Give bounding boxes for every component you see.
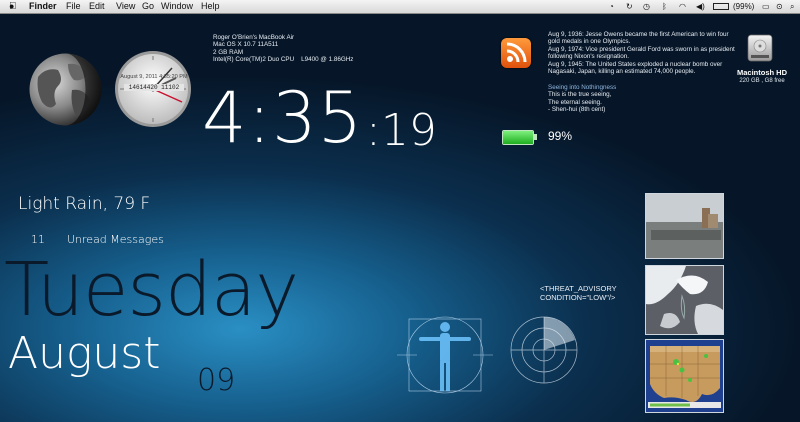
quote-line: - Shen-hui (8th cent) <box>548 106 606 114</box>
volume-icon[interactable]: ◀) <box>696 0 705 13</box>
earth-globe-icon <box>29 53 102 126</box>
bluetooth-icon[interactable]: ᛒ <box>662 0 667 13</box>
clock-digits: 14614420 11102 <box>124 84 184 91</box>
history-feed: Aug 9, 1936: Jesse Owens became the firs… <box>548 31 738 75</box>
analog-clock: August 9, 2011 4:35:20 PM 14614420 11102 <box>114 50 192 128</box>
system-info-line: Mac OS X 10.7 11A511 <box>213 41 279 49</box>
apple-menu[interactable]: ● <box>9 0 14 13</box>
spotlight-icon[interactable]: ⌕ <box>790 0 794 13</box>
clock-icon[interactable]: ◔ <box>609 0 614 13</box>
drive-info: 220 GB , G8 free <box>739 78 785 84</box>
timemachine-icon[interactable]: ◷ <box>643 0 650 13</box>
system-info-line: Intel(R) Core(TM)2 Duo CPU L9400 @ 1.86G… <box>213 56 354 64</box>
vitruvian-man-icon <box>397 309 493 405</box>
menu-edit[interactable]: Edit <box>89 0 105 13</box>
battery-fill <box>503 131 533 144</box>
time-hours-minutes: 4:35 <box>202 77 364 159</box>
quote-line: The eternal seeing. <box>548 98 602 106</box>
quote-title: Seeing into Nothingness <box>548 84 617 91</box>
drive-name: Macintosh HD <box>736 68 787 77</box>
battery-percent-text: 99% <box>548 129 573 143</box>
date-icon[interactable]: ▭ <box>762 0 770 13</box>
system-info-line: 2 GB RAM <box>213 48 244 56</box>
history-line: Nagasaki, Japan, killing an estimated 74… <box>548 68 696 76</box>
battery-widget-icon <box>502 130 537 145</box>
wifi-icon[interactable]: ◠ <box>679 0 686 13</box>
battery-percent: (99%) <box>733 2 755 11</box>
battery-icon[interactable] <box>713 3 729 10</box>
globe-widget <box>28 52 103 127</box>
menu-view[interactable]: View <box>116 0 135 13</box>
menu-bar:  ● Finder File Edit View Go Window Help… <box>0 0 800 14</box>
system-info: Roger O'Brien's MacBook Air Mac OS X 10.… <box>213 34 353 64</box>
history-line: Aug 9, 1936: Jesse Owens became the firs… <box>548 31 729 38</box>
history-line: Aug 9, 1945: The United States exploded … <box>548 60 723 68</box>
clock-date-text: August 9, 2011 4:35:20 PM <box>120 74 188 80</box>
sync-icon[interactable]: ↻ <box>626 0 633 13</box>
menu-file[interactable]: File <box>66 0 81 13</box>
threat-advisory: <THREAT_ADVISORY CONDITION="LOW"/> <box>540 284 617 302</box>
radar-sweep-icon <box>509 306 579 390</box>
unread-label: Unread Messages <box>67 233 164 246</box>
time-seconds: :19 <box>366 105 437 156</box>
month-text: August <box>8 328 161 379</box>
weekday-text: Tuesday <box>4 247 299 333</box>
threat-line-2: CONDITION="LOW"/> <box>540 292 616 302</box>
unread-count: 11 <box>31 233 45 246</box>
history-line: Aug 9, 1974: Vice president Gerald Ford … <box>548 45 735 53</box>
quote-line: This is the true seeing, <box>548 91 612 99</box>
radar-map[interactable] <box>645 339 724 413</box>
menu-finder[interactable]: Finder <box>29 0 57 13</box>
quote-block: Seeing into Nothingness This is the true… <box>548 84 616 114</box>
webcam-photo[interactable] <box>645 193 724 259</box>
menu-help[interactable]: Help <box>201 0 220 13</box>
user-icon[interactable]: ⊙ <box>776 0 783 13</box>
battery-nub <box>534 134 537 140</box>
hard-drive-icon[interactable] <box>745 32 775 64</box>
history-line: gold medals in one Olympics. <box>548 38 631 46</box>
day-text: 09 <box>197 363 236 398</box>
rss-feed-icon[interactable] <box>501 38 531 68</box>
menu-go[interactable]: Go <box>142 0 154 13</box>
weather-text: Light Rain, 79 F <box>18 194 151 214</box>
history-line: following Nixon's resignation. <box>548 53 630 61</box>
system-info-line: Roger O'Brien's MacBook Air <box>213 34 295 41</box>
menu-window[interactable]: Window <box>161 0 193 13</box>
satellite-image[interactable] <box>645 265 724 335</box>
